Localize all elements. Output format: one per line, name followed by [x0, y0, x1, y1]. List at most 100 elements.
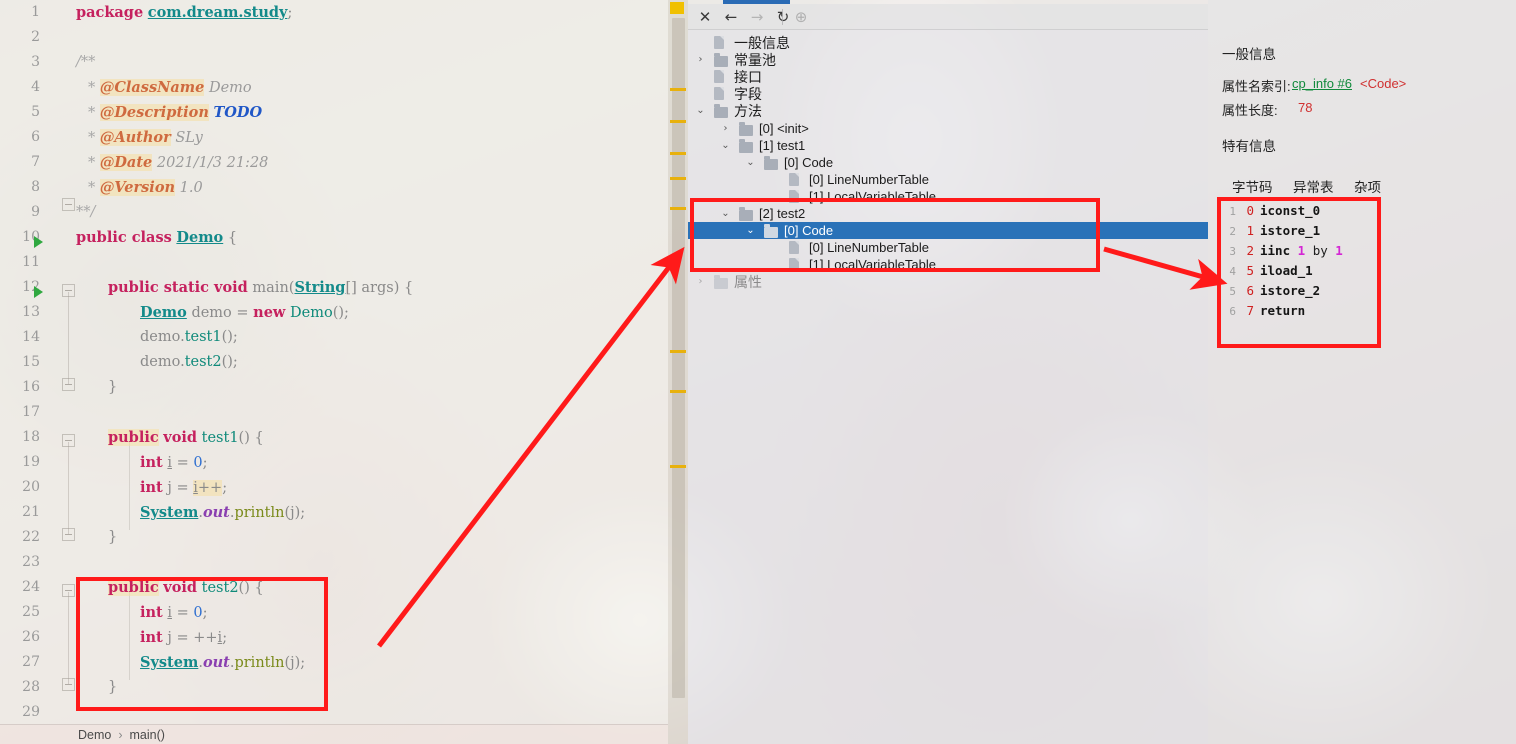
- forward-icon[interactable]: →: [744, 7, 770, 27]
- line-number: 21: [22, 504, 40, 520]
- code-area[interactable]: 1 2 3 4 5 6 7 8 9 10 11 12 13 14 15 16 17 18 19 20 21 22 23 24 2…: [0, 0, 668, 724]
- close-icon[interactable]: ✕: [692, 7, 718, 27]
- fold-marker[interactable]: [62, 198, 75, 211]
- chevron-right-icon[interactable]: ›: [694, 273, 707, 290]
- tree-item[interactable]: 接口: [688, 68, 1208, 85]
- warning-mark[interactable]: [670, 152, 686, 155]
- tab-bytecode[interactable]: 字节码: [1232, 176, 1273, 196]
- bytecode-row[interactable]: 6 7 return: [1222, 303, 1372, 323]
- attribute-detail-panel[interactable]: 一般信息 属性名索引: cp_info #6 <Code> 属性长度: 78 特…: [1208, 0, 1516, 744]
- line-number: 8: [31, 179, 40, 195]
- chevron-down-icon[interactable]: ⌄: [719, 137, 732, 154]
- chevron-right-icon[interactable]: ›: [719, 120, 732, 137]
- active-detail-tab-underline: [1230, 198, 1288, 201]
- warning-mark[interactable]: [670, 88, 686, 91]
- bytecode-row[interactable]: 4 5 iload_1: [1222, 263, 1372, 283]
- chevron-down-icon[interactable]: ⌄: [719, 205, 732, 222]
- fold-marker[interactable]: [62, 378, 75, 391]
- line-number: 13: [22, 304, 40, 320]
- run-gutter-icon[interactable]: [34, 286, 43, 298]
- tree-item[interactable]: › 常量池: [688, 51, 1208, 68]
- bytecode-row[interactable]: 2 1 istore_1: [1222, 223, 1372, 243]
- code-line-13: Demo demo = new Demo();: [140, 304, 349, 321]
- bytecode-offset: 1: [1246, 223, 1254, 238]
- fold-marker[interactable]: [62, 434, 75, 447]
- inspection-status-icon[interactable]: [670, 2, 684, 14]
- line-number: 7: [31, 154, 40, 170]
- warning-mark[interactable]: [670, 390, 686, 393]
- fold-marker[interactable]: [62, 528, 75, 541]
- bytecode-row[interactable]: 5 6 istore_2: [1222, 283, 1372, 303]
- chevron-down-icon[interactable]: ⌄: [744, 154, 757, 171]
- bytecode-mnemonic[interactable]: iconst_0: [1260, 203, 1320, 218]
- fold-marker[interactable]: [62, 284, 75, 297]
- bytecode-offset: 0: [1246, 203, 1254, 218]
- breadcrumb[interactable]: Demo › main(): [0, 724, 668, 744]
- tree-view[interactable]: 一般信息 › 常量池 接口 字段 ⌄ 方法 › [0] <init> ⌄ [1] test1 ⌄ [0]…: [688, 30, 1208, 744]
- chevron-down-icon[interactable]: ⌄: [694, 102, 707, 119]
- attr-length-label: 属性长度:: [1222, 103, 1278, 118]
- folder-icon: [764, 156, 778, 170]
- warning-mark[interactable]: [670, 177, 686, 180]
- tree-item[interactable]: ⌄ 方法: [688, 102, 1208, 119]
- warning-mark[interactable]: [670, 120, 686, 123]
- tree-item[interactable]: › [0] <init>: [688, 120, 1208, 137]
- bytecode-listing[interactable]: 1 0 iconst_0 2 1 istore_1 3 2 iinc 1 by 1 4 5 iload…: [1222, 203, 1372, 323]
- bytecode-mnemonic[interactable]: return: [1260, 303, 1305, 318]
- bytecode-mnemonic[interactable]: istore_2: [1260, 283, 1320, 298]
- breadcrumb-class[interactable]: Demo: [78, 728, 111, 742]
- globe-icon[interactable]: ⊕: [788, 7, 814, 27]
- back-icon[interactable]: ←: [718, 7, 744, 27]
- bytecode-row[interactable]: 1 0 iconst_0: [1222, 203, 1372, 223]
- bytecode-row[interactable]: 3 2 iinc 1 by 1: [1222, 243, 1372, 263]
- bytecode-offset: 5: [1246, 263, 1254, 278]
- tab-exception-table[interactable]: 异常表: [1293, 176, 1334, 196]
- cp-info-link[interactable]: cp_info #6: [1292, 76, 1352, 91]
- fold-marker[interactable]: [62, 584, 75, 597]
- code-line-22: }: [108, 529, 118, 545]
- bytecode-mnemonic[interactable]: iinc: [1260, 243, 1290, 258]
- tree-item[interactable]: [0] LineNumberTable: [688, 239, 1208, 256]
- warning-mark[interactable]: [670, 465, 686, 468]
- tree-item[interactable]: [1] LocalVariableTable: [688, 188, 1208, 205]
- bytecode-line-number: 1: [1229, 205, 1236, 218]
- tree-item[interactable]: ⌄ [0] Code: [688, 154, 1208, 171]
- bytecode-mnemonic[interactable]: iload_1: [1260, 263, 1313, 278]
- tree-item-selected[interactable]: ⌄ [0] Code: [688, 222, 1208, 239]
- code-line-28: }: [108, 679, 118, 695]
- line-number: 28: [22, 679, 40, 695]
- tree-item[interactable]: 字段: [688, 85, 1208, 102]
- code-editor[interactable]: 1 2 3 4 5 6 7 8 9 10 11 12 13 14 15 16 17 18 19 20 21 22 23 24 2…: [0, 0, 668, 744]
- fold-line: [68, 442, 69, 534]
- breadcrumb-method[interactable]: main(): [130, 728, 165, 742]
- file-icon: [714, 36, 724, 49]
- tab-misc[interactable]: 杂项: [1354, 176, 1381, 196]
- line-number: 2: [31, 29, 40, 45]
- warning-mark[interactable]: [670, 207, 686, 210]
- file-icon: [789, 190, 799, 203]
- code-line-15: demo.test2();: [140, 354, 238, 370]
- general-info-heading: 一般信息: [1222, 47, 1276, 62]
- tree-item[interactable]: 一般信息: [688, 34, 1208, 51]
- code-line-3: /**: [76, 54, 96, 70]
- chevron-right-icon[interactable]: ›: [694, 51, 707, 68]
- tree-item[interactable]: › 属性: [688, 273, 1208, 290]
- code-line-1: package com.dream.study;: [76, 4, 293, 21]
- tree-item-label: [1] LocalVariableTable: [809, 189, 936, 204]
- editor-marker-gutter[interactable]: [668, 0, 688, 744]
- line-number: 19: [22, 454, 40, 470]
- fold-marker[interactable]: [62, 678, 75, 691]
- tree-item[interactable]: ⌄ [2] test2: [688, 205, 1208, 222]
- bytecode-line-number: 6: [1229, 305, 1236, 318]
- tree-item[interactable]: [1] LocalVariableTable: [688, 256, 1208, 273]
- code-line-27: System.out.println(j);: [140, 654, 306, 671]
- class-structure-panel[interactable]: ✕ ← → ↻ ⊕ 一般信息›常量池接口字段⌄方法›[0] <init>⌄[1]…: [688, 0, 1208, 744]
- folder-icon: [739, 139, 753, 153]
- warning-mark[interactable]: [670, 350, 686, 353]
- panel-toolbar[interactable]: ✕ ← → ↻ ⊕: [688, 4, 1208, 30]
- run-gutter-icon[interactable]: [34, 236, 43, 248]
- chevron-down-icon[interactable]: ⌄: [744, 222, 757, 239]
- tree-item[interactable]: ⌄ [1] test1: [688, 137, 1208, 154]
- bytecode-mnemonic[interactable]: istore_1: [1260, 223, 1320, 238]
- tree-item[interactable]: [0] LineNumberTable: [688, 171, 1208, 188]
